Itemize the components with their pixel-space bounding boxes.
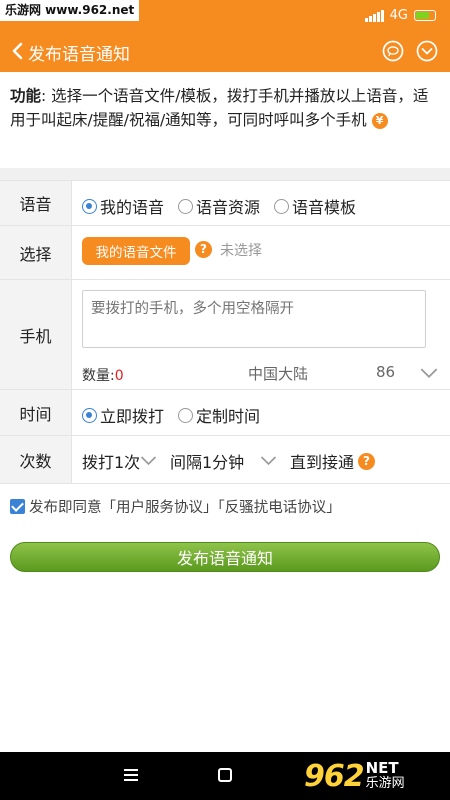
- watermark: 乐游网 www.962.net: [0, 0, 140, 21]
- voice-label: 语音: [0, 181, 72, 225]
- radio-icon: [82, 198, 97, 214]
- phone-count: 数量:0: [82, 368, 124, 384]
- radio-icon: [178, 198, 193, 214]
- selection-status: 未选择: [220, 243, 262, 259]
- signal-icon: [364, 9, 384, 22]
- chevron-down-icon: [141, 456, 157, 466]
- site-logo: 962 NET 乐游网: [304, 758, 405, 794]
- radio-voice-resource[interactable]: 语音资源: [178, 194, 260, 218]
- phone-row: 手机 数量:0 中国大陆 86: [0, 280, 450, 390]
- agreement-checkbox[interactable]: [10, 499, 25, 514]
- logo-number: 962: [304, 758, 365, 794]
- publish-button[interactable]: 发布语音通知: [10, 542, 440, 572]
- battery-icon: [414, 10, 436, 21]
- until-select[interactable]: 直到接通 ?: [290, 449, 376, 473]
- function-text: : 选择一个语音文件/模板，拨打手机并播放以上语音，适用于叫起床/提醒/祝福/通…: [10, 87, 429, 129]
- function-description: 功能: 选择一个语音文件/模板，拨打手机并播放以上语音，适用于叫起床/提醒/祝福…: [0, 72, 450, 168]
- agreement[interactable]: 发布即同意「用户服务协议」「反骚扰电话协议」: [10, 496, 341, 517]
- menu-icon[interactable]: [124, 769, 138, 781]
- radio-icon: [178, 407, 193, 423]
- function-label: 功能: [10, 87, 42, 105]
- radio-icon: [82, 407, 97, 423]
- home-icon[interactable]: [218, 768, 232, 782]
- status-icons: 4G: [364, 8, 436, 23]
- count-value: 0: [114, 368, 124, 384]
- chevron-down-icon[interactable]: [416, 40, 438, 62]
- my-voice-file-button[interactable]: 我的语音文件: [82, 237, 190, 265]
- yen-icon[interactable]: ¥: [371, 113, 388, 129]
- app-bar: 发布语音通知: [0, 32, 450, 72]
- section-divider: [0, 168, 450, 180]
- times-label: 次数: [0, 436, 72, 483]
- network-type: 4G: [389, 8, 408, 23]
- times-row: 次数 拨打1次 间隔1分钟 直到接通 ?: [0, 436, 450, 484]
- page-title: 发布语音通知: [28, 45, 130, 65]
- radio-scheduled-time[interactable]: 定制时间: [178, 403, 260, 427]
- call-times-select[interactable]: 拨打1次: [82, 449, 157, 473]
- region-select[interactable]: 中国大陆: [248, 363, 308, 384]
- system-nav-bar: 962 NET 乐游网: [0, 752, 450, 800]
- radio-voice-template[interactable]: 语音模板: [274, 194, 356, 218]
- chevron-down-icon[interactable]: [420, 368, 438, 379]
- select-row: 选择 我的语音文件 ? 未选择: [0, 226, 450, 280]
- help-icon[interactable]: ?: [195, 241, 212, 258]
- phone-input[interactable]: [82, 290, 426, 348]
- time-label: 时间: [0, 390, 72, 435]
- time-row: 时间 立即拨打 定制时间: [0, 390, 450, 436]
- phone-label: 手机: [0, 280, 72, 389]
- radio-call-now[interactable]: 立即拨打: [82, 403, 164, 427]
- select-label: 选择: [0, 226, 72, 279]
- chevron-down-icon: [261, 456, 277, 466]
- agreement-text[interactable]: 发布即同意「用户服务协议」「反骚扰电话协议」: [29, 496, 341, 517]
- country-code: 86: [376, 363, 396, 381]
- chat-icon[interactable]: [382, 40, 404, 62]
- voice-row: 语音 我的语音 语音资源 语音模板: [0, 180, 450, 226]
- back-icon[interactable]: [8, 39, 28, 63]
- radio-my-voice[interactable]: 我的语音: [82, 194, 164, 218]
- radio-icon: [274, 198, 289, 214]
- help-icon[interactable]: ?: [358, 452, 376, 470]
- interval-select[interactable]: 间隔1分钟: [170, 449, 277, 473]
